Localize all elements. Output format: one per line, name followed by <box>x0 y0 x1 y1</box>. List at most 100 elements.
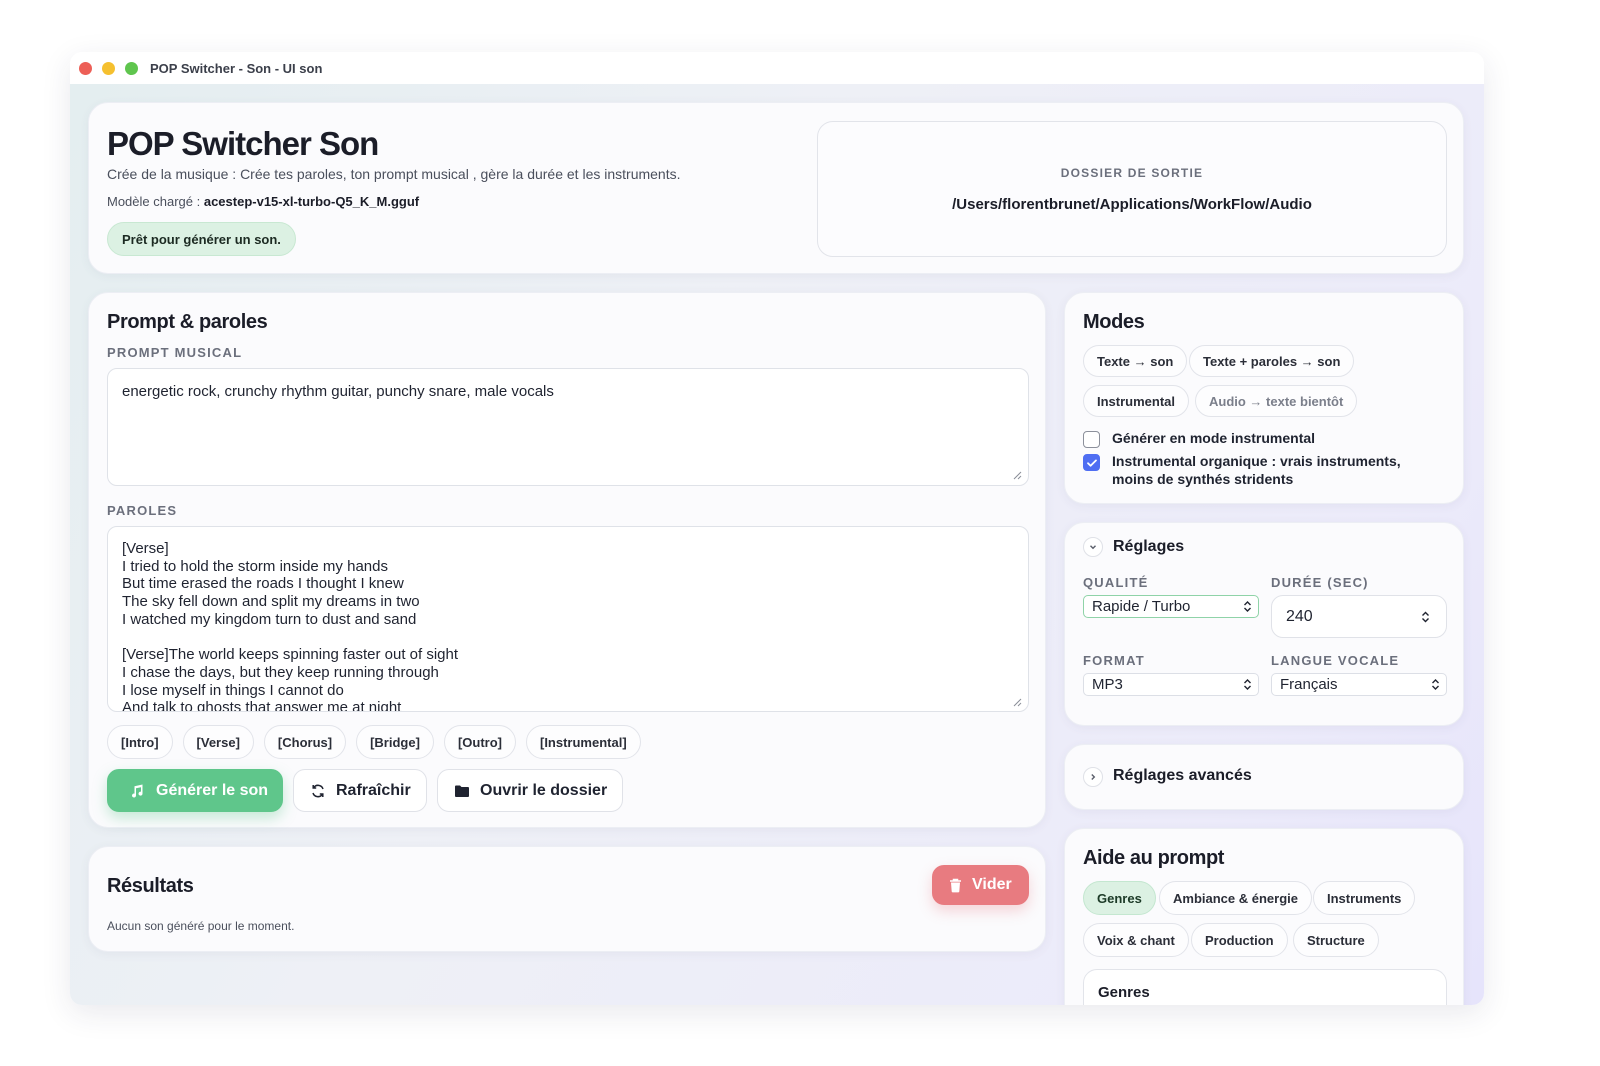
prompt-resize-handle[interactable] <box>1013 471 1022 480</box>
modes-card: Modes Texte → son Texte + paroles → son … <box>1064 292 1464 504</box>
updown-chevron-icon <box>1432 679 1439 690</box>
organic-label-line2: moins de synthés stridents <box>1112 471 1294 487</box>
lyrics-line: The sky fell down and split my dreams in… <box>122 593 420 611</box>
help-tab-instruments[interactable]: Instruments <box>1313 881 1416 915</box>
lyrics-tag-row: [Intro] [Verse] [Chorus] [Bridge] [Outro… <box>107 725 641 759</box>
tag-intro-button[interactable]: [Intro] <box>107 725 173 759</box>
help-tab-genres[interactable]: Genres <box>1083 881 1156 915</box>
model-value: acestep-v15-xl-turbo-Q5_K_M.gguf <box>203 194 420 209</box>
results-card: Résultats Aucun son généré pour le momen… <box>88 846 1046 952</box>
mode-audio-to-text: Audio → texte bientôt <box>1195 385 1358 417</box>
generate-button[interactable]: Générer le son <box>107 769 283 812</box>
help-tab-voice[interactable]: Voix & chant <box>1083 923 1189 957</box>
instrumental-mode-label: Générer en mode instrumental <box>1112 430 1316 446</box>
results-empty-text: Aucun son généré pour le moment. <box>107 919 295 933</box>
duration-label: DURÉE (SEC) <box>1271 575 1369 590</box>
app-content: POP Switcher Son Crée de la musique : Cr… <box>70 84 1484 1005</box>
tag-verse-button[interactable]: [Verse] <box>182 725 254 759</box>
lyrics-label: PAROLES <box>107 503 178 518</box>
lyrics-line: [Verse]The world keeps spinning faster o… <box>122 646 459 664</box>
quality-label: QUALITÉ <box>1083 575 1149 590</box>
title-bar: POP Switcher - Son - UI son <box>70 52 1484 84</box>
voice-language-label: LANGUE VOCALE <box>1271 653 1400 668</box>
organic-label-line1: Instrumental organique : vrais instrumen… <box>1112 453 1401 469</box>
trash-icon <box>949 878 962 893</box>
clear-results-label: Vider <box>972 876 1012 893</box>
voice-language-select[interactable]: Français <box>1271 673 1447 696</box>
open-folder-button-label: Ouvrir le dossier <box>480 781 608 799</box>
music-note-icon <box>130 783 146 799</box>
mode-text-to-sound[interactable]: Texte → son <box>1083 345 1188 377</box>
advanced-settings-title[interactable]: Réglages avancés <box>1113 767 1252 785</box>
genres-section-title: Genres <box>1098 984 1150 1001</box>
mode-text-lyrics-to-sound[interactable]: Texte + paroles → son <box>1189 345 1355 377</box>
prompt-label: PROMPT MUSICAL <box>107 345 243 360</box>
duration-value: 240 <box>1286 607 1313 625</box>
chevron-right-icon <box>1091 774 1096 780</box>
lyrics-line: [Verse] <box>122 540 169 557</box>
lyrics-resize-handle[interactable] <box>1013 698 1022 707</box>
tag-instrumental-button[interactable]: [Instrumental] <box>525 725 641 759</box>
prompt-help-title: Aide au prompt <box>1083 847 1225 869</box>
organic-instrumental-checkbox[interactable] <box>1083 454 1100 471</box>
prompt-card-title: Prompt & paroles <box>107 311 268 333</box>
prompt-input[interactable]: energetic rock, crunchy rhythm guitar, p… <box>107 368 1029 486</box>
lyrics-line: But time erased the roads I thought I kn… <box>122 575 404 593</box>
help-tab-production[interactable]: Production <box>1191 923 1288 957</box>
quality-select[interactable]: Rapide / Turbo <box>1083 595 1259 618</box>
advanced-settings-card[interactable]: Réglages avancés <box>1064 744 1464 810</box>
app-window: POP Switcher - Son - UI son POP Switcher… <box>70 52 1484 1005</box>
refresh-button-label: Rafraîchir <box>336 781 411 799</box>
format-value: MP3 <box>1092 676 1123 693</box>
zoom-window-button[interactable] <box>125 61 138 75</box>
organic-instrumental-label: Instrumental organique : vrais instrumen… <box>1112 452 1401 488</box>
lyrics-line: And talk to ghosts that answer me at nig… <box>122 699 402 712</box>
lyrics-line: I tried to hold the storm inside my hand… <box>122 557 388 575</box>
settings-card: Réglages QUALITÉ Rapide / Turbo DURÉE (S… <box>1064 522 1464 726</box>
advanced-expand-toggle[interactable] <box>1083 767 1103 787</box>
header-card: POP Switcher Son Crée de la musique : Cr… <box>88 102 1464 274</box>
lyrics-line: I chase the days, but they keep running … <box>122 663 439 681</box>
close-window-button[interactable] <box>79 61 92 75</box>
prompt-card: Prompt & paroles PROMPT MUSICAL energeti… <box>88 292 1046 828</box>
lyrics-input[interactable]: [Verse] I tried to hold the storm inside… <box>107 526 1029 712</box>
window-title: POP Switcher - Son - UI son <box>150 60 323 76</box>
open-folder-button[interactable]: Ouvrir le dossier <box>437 769 623 812</box>
check-icon <box>1086 459 1097 467</box>
updown-chevron-icon <box>1244 601 1251 612</box>
mode-instrumental[interactable]: Instrumental <box>1083 385 1190 417</box>
minimize-window-button[interactable] <box>102 61 115 75</box>
duration-stepper[interactable]: 240 <box>1271 595 1447 638</box>
voice-language-value: Français <box>1280 676 1338 693</box>
modes-title: Modes <box>1083 311 1145 333</box>
settings-title[interactable]: Réglages <box>1113 538 1184 556</box>
quality-value: Rapide / Turbo <box>1092 598 1191 615</box>
updown-chevron-icon[interactable] <box>1421 610 1430 624</box>
output-folder-path: /Users/florentbrunet/Applications/WorkFl… <box>952 196 1312 213</box>
app-title: POP Switcher Son <box>107 125 379 162</box>
app-subtitle: Crée de la musique : Crée tes paroles, t… <box>107 166 681 182</box>
help-tab-ambiance[interactable]: Ambiance & énergie <box>1159 881 1312 915</box>
results-title: Résultats <box>107 875 194 897</box>
model-info: Modèle chargé : acestep-v15-xl-turbo-Q5_… <box>107 194 419 209</box>
chevron-down-icon <box>1090 545 1096 550</box>
settings-collapse-toggle[interactable] <box>1083 537 1103 557</box>
clear-results-button[interactable]: Vider <box>932 865 1029 905</box>
status-badge: Prêt pour générer un son. <box>107 222 296 256</box>
lyrics-line: I watched my kingdom turn to dust and sa… <box>122 610 417 628</box>
format-select[interactable]: MP3 <box>1083 673 1259 696</box>
help-tab-structure[interactable]: Structure <box>1293 923 1379 957</box>
folder-icon <box>454 784 470 798</box>
lyrics-line: I lose myself in things I cannot do <box>122 681 344 699</box>
model-label: Modèle chargé : <box>107 194 204 209</box>
tag-outro-button[interactable]: [Outro] <box>443 725 516 759</box>
prompt-help-card: Aide au prompt Genres Ambiance & énergie… <box>1064 828 1464 1005</box>
tag-bridge-button[interactable]: [Bridge] <box>356 725 434 759</box>
genres-section: Genres <box>1083 969 1447 1005</box>
instrumental-mode-checkbox[interactable] <box>1083 431 1100 448</box>
refresh-button[interactable]: Rafraîchir <box>293 769 427 812</box>
updown-chevron-icon <box>1244 679 1251 690</box>
tag-chorus-button[interactable]: [Chorus] <box>263 725 347 759</box>
lyrics-line <box>122 629 1014 647</box>
generate-button-label: Générer le son <box>156 781 269 799</box>
